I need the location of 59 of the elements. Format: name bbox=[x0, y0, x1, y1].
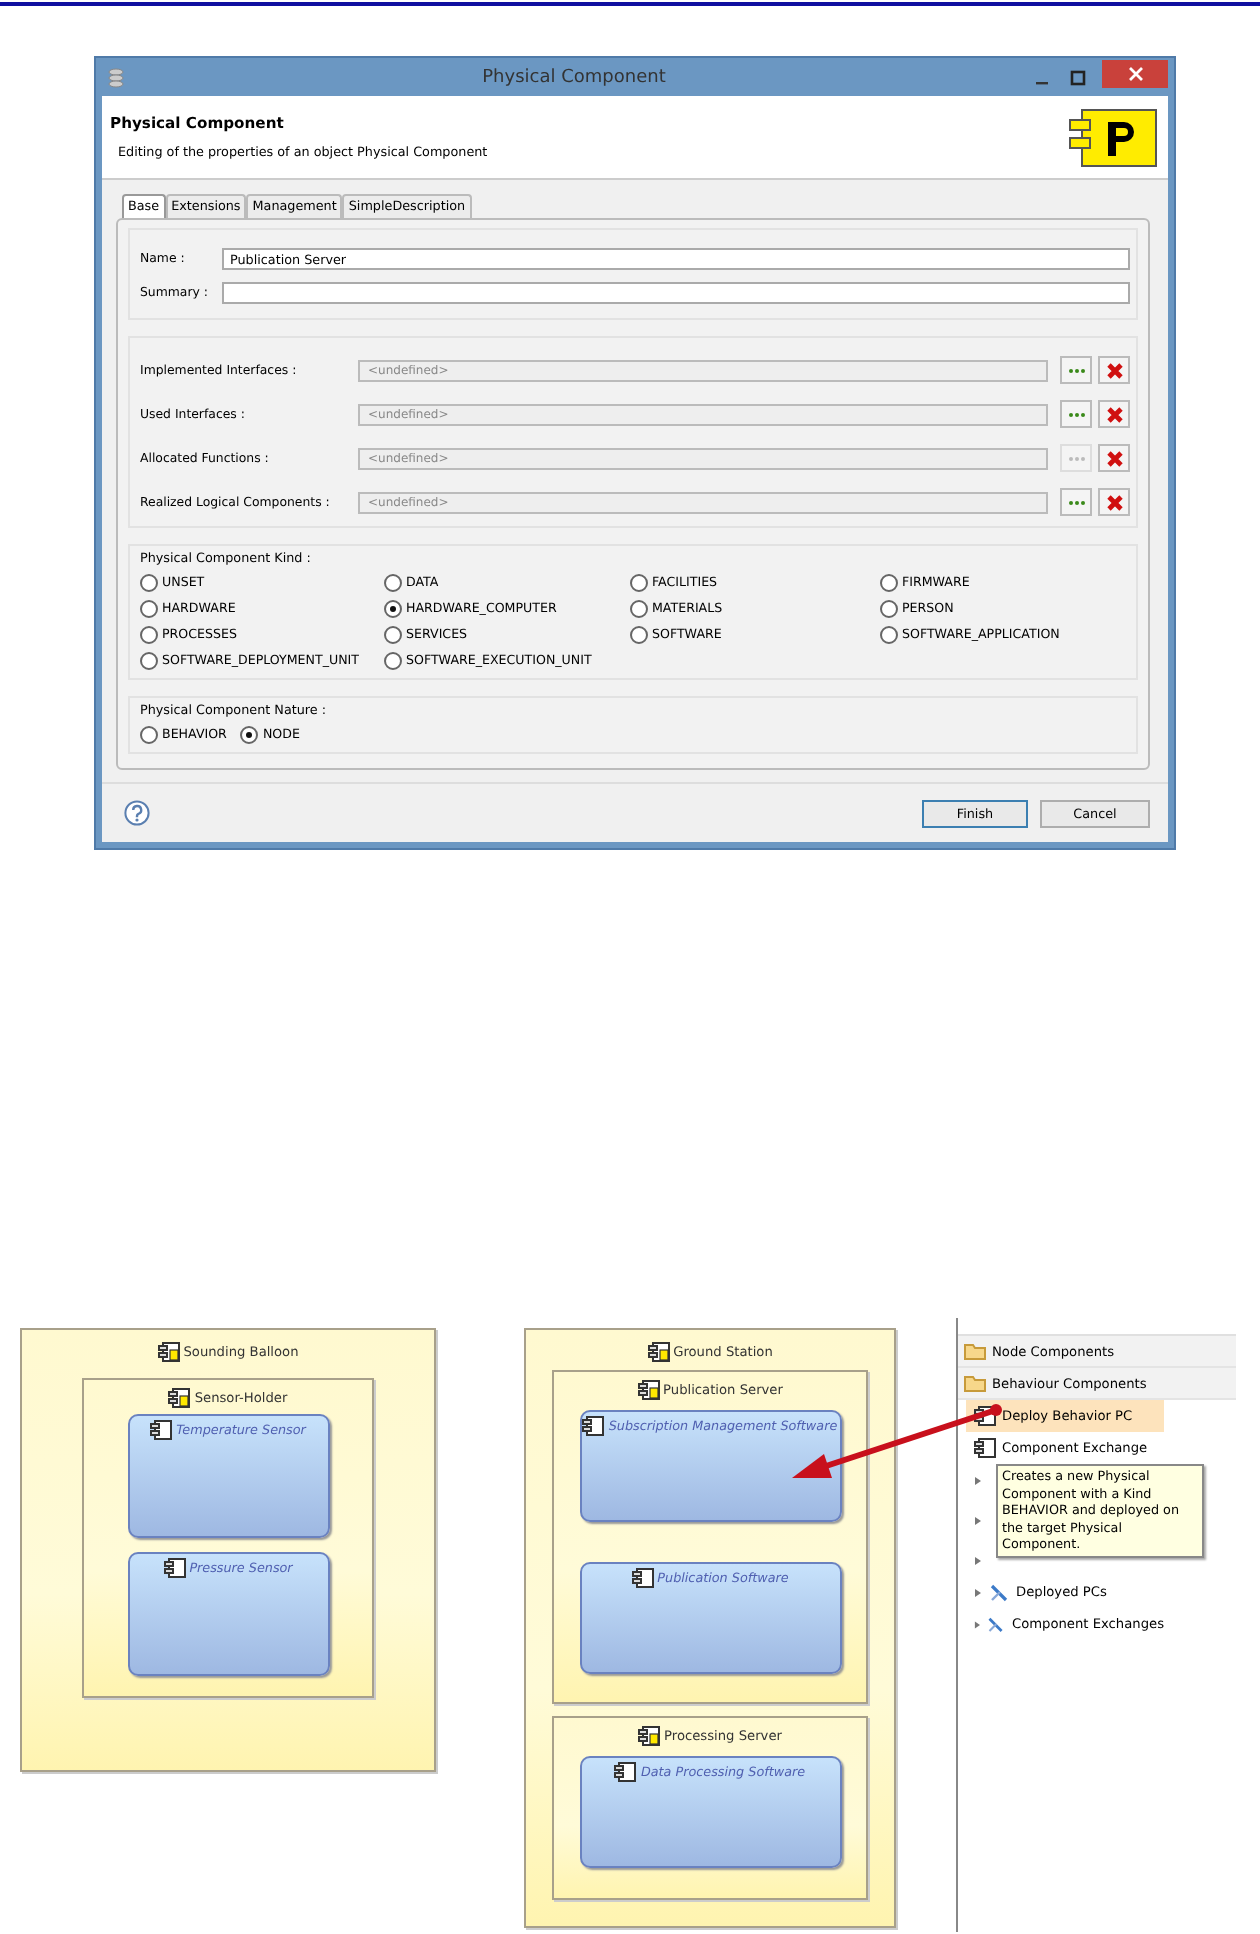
radio-button[interactable] bbox=[384, 574, 402, 592]
component-icon bbox=[631, 1568, 654, 1588]
folder-icon bbox=[964, 1342, 986, 1360]
component-icon bbox=[150, 1420, 173, 1440]
browse-button[interactable] bbox=[1060, 356, 1092, 384]
summary-field[interactable] bbox=[222, 282, 1130, 304]
window-title: Physical Component bbox=[480, 67, 668, 87]
twisty-icon[interactable] bbox=[974, 1587, 982, 1597]
radio-button[interactable] bbox=[630, 626, 648, 644]
node-component-icon bbox=[157, 1342, 180, 1362]
component-icon bbox=[582, 1416, 605, 1436]
slashed-link-icon bbox=[988, 1582, 1010, 1602]
maximize-icon[interactable] bbox=[1070, 69, 1086, 85]
radio-button[interactable] bbox=[140, 600, 158, 618]
radio-button[interactable] bbox=[880, 626, 898, 644]
help-icon[interactable] bbox=[124, 800, 150, 826]
radio-button[interactable] bbox=[384, 626, 402, 644]
radio-button[interactable] bbox=[384, 652, 402, 670]
ellipsis-icon bbox=[1067, 367, 1085, 373]
delete-icon bbox=[1105, 493, 1123, 511]
clear-button[interactable] bbox=[1098, 400, 1130, 428]
node-component-icon bbox=[168, 1388, 191, 1408]
twisty-icon bbox=[974, 1555, 982, 1565]
radio-button[interactable] bbox=[630, 600, 648, 618]
node-component-icon bbox=[647, 1342, 670, 1362]
twisty-icon[interactable] bbox=[974, 1619, 981, 1629]
radio-button[interactable] bbox=[880, 600, 898, 618]
component-icon bbox=[163, 1558, 186, 1578]
node-component-icon bbox=[637, 1380, 660, 1400]
radio-button[interactable] bbox=[140, 726, 158, 744]
radio-button[interactable] bbox=[384, 600, 402, 618]
close-icon[interactable] bbox=[1127, 65, 1143, 81]
folder-icon bbox=[964, 1374, 986, 1392]
browse-button[interactable] bbox=[1060, 400, 1092, 428]
component-icon bbox=[614, 1762, 637, 1782]
close-button[interactable] bbox=[1102, 59, 1168, 87]
delete-icon bbox=[1105, 361, 1123, 379]
ellipsis-icon bbox=[1067, 455, 1085, 461]
radio-button[interactable] bbox=[140, 626, 158, 644]
clear-button[interactable] bbox=[1098, 488, 1130, 516]
radio-button[interactable] bbox=[880, 574, 898, 592]
delete-icon bbox=[1105, 449, 1123, 467]
radio-button[interactable] bbox=[630, 574, 648, 592]
radio-button[interactable] bbox=[140, 574, 158, 592]
clear-button[interactable] bbox=[1098, 356, 1130, 384]
browse-button[interactable] bbox=[1060, 488, 1092, 516]
radio-button[interactable] bbox=[140, 652, 158, 670]
database-icon bbox=[108, 67, 124, 87]
twisty-icon bbox=[974, 1515, 982, 1525]
radio-button[interactable] bbox=[240, 726, 259, 744]
delete-icon bbox=[1105, 405, 1123, 423]
twisty-icon bbox=[974, 1475, 982, 1485]
ellipsis-icon bbox=[1067, 411, 1085, 417]
clear-button[interactable] bbox=[1098, 444, 1130, 472]
component-p-icon bbox=[1068, 107, 1160, 167]
component-icon bbox=[974, 1438, 996, 1458]
ellipsis-icon bbox=[1067, 499, 1085, 505]
slashed-link-icon bbox=[986, 1614, 1006, 1634]
node-component-icon bbox=[638, 1726, 661, 1746]
